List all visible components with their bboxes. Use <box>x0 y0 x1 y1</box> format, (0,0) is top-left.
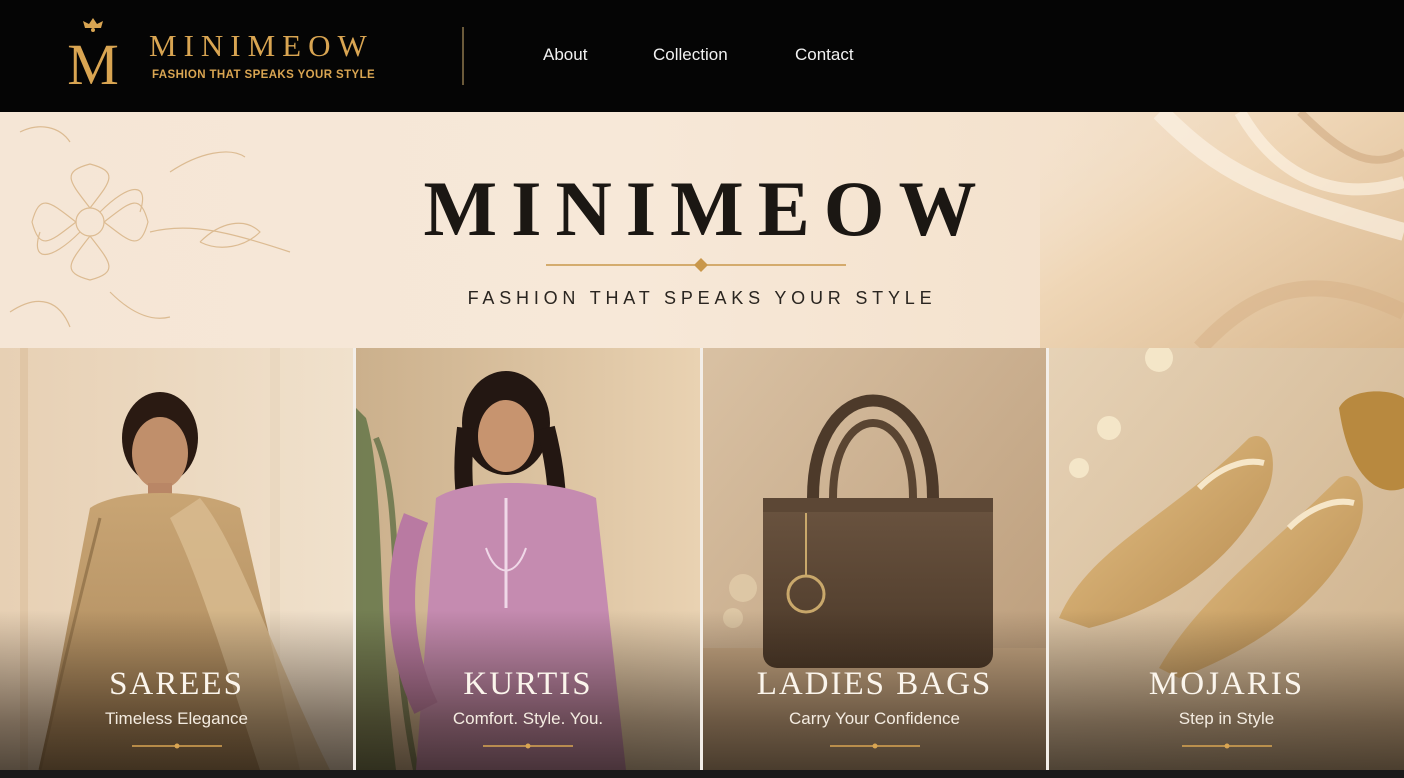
card-divider-ornament <box>483 743 573 749</box>
hero-divider-ornament <box>546 258 846 272</box>
card-divider-ornament <box>1181 743 1272 749</box>
category-subtitle: Comfort. Style. You. <box>452 709 604 728</box>
category-title: LADIES BAGS <box>756 666 993 702</box>
category-grid: SAREES Timeless Elegance KURTIS Comfort.… <box>0 348 1404 770</box>
nav-divider <box>462 27 464 85</box>
hero-banner: MINIMEOW FASHION THAT SPEAKS YOUR STYLE <box>0 112 1404 348</box>
category-subtitle: Carry Your Confidence <box>788 709 961 728</box>
category-subtitle: Timeless Elegance <box>105 709 248 728</box>
nav-link-contact[interactable]: Contact <box>795 45 854 65</box>
category-card-sarees[interactable]: SAREES Timeless Elegance <box>0 348 353 770</box>
brand-logo-icon[interactable]: M <box>58 16 128 90</box>
hero-tagline: FASHION THAT SPEAKS YOUR STYLE <box>467 288 937 308</box>
category-subtitle: Step in Style <box>1178 709 1275 728</box>
bottom-bar <box>0 770 1404 778</box>
category-title: KURTIS <box>463 666 593 702</box>
category-card-ladies-bags[interactable]: LADIES BAGS Carry Your Confidence <box>703 348 1046 770</box>
category-card-kurtis[interactable]: KURTIS Comfort. Style. You. <box>356 348 700 770</box>
category-title: MOJARIS <box>1148 666 1305 702</box>
top-navbar: M MINIMEOW FASHION THAT SPEAKS YOUR STYL… <box>0 0 1404 112</box>
brand-tagline: FASHION THAT SPEAKS YOUR STYLE <box>152 69 376 81</box>
brand-name[interactable]: MINIMEOW <box>149 30 374 61</box>
card-divider-ornament <box>829 743 920 749</box>
category-title: SAREES <box>109 666 244 702</box>
nav-link-about[interactable]: About <box>543 45 587 65</box>
card-divider-ornament <box>131 743 222 749</box>
category-card-mojaris[interactable]: MOJARIS Step in Style <box>1049 348 1404 770</box>
logo-letter: M <box>67 32 119 90</box>
hero-title: MINIMEOW <box>423 165 991 252</box>
nav-link-collection[interactable]: Collection <box>653 45 728 65</box>
